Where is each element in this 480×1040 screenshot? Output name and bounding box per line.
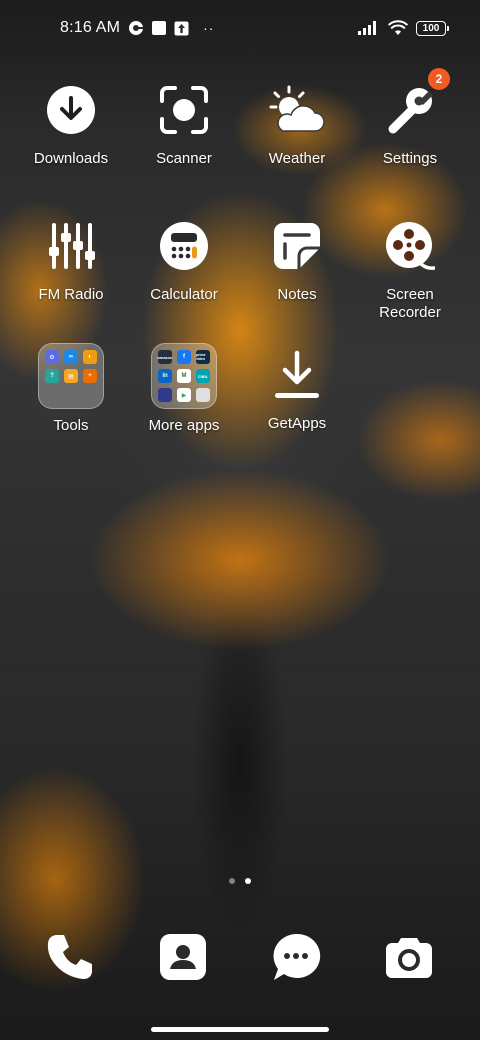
app-notes[interactable]: Notes: [241, 214, 353, 304]
calculator-icon: [152, 214, 216, 278]
scanner-icon: [152, 78, 216, 142]
linkedin-icon: in: [158, 369, 172, 383]
mini-app-icon: ⚙: [45, 350, 59, 364]
dock-camera[interactable]: [384, 932, 434, 982]
app-scanner[interactable]: Scanner: [128, 78, 240, 168]
amazon-icon: amazon: [158, 350, 172, 364]
contacts-icon: [160, 934, 206, 980]
notes-icon: [265, 214, 329, 278]
camera-icon: [386, 938, 432, 978]
folder-icon: amazon f prime video in M CIBIL ▶: [151, 343, 217, 409]
cibil-icon: CIBIL: [196, 369, 210, 383]
battery-icon: 100: [416, 20, 449, 36]
vpn-key-icon: [128, 20, 144, 36]
app-label: Tools: [53, 417, 89, 434]
upload-notification-icon: [174, 21, 189, 36]
app-label: Weather: [268, 150, 326, 167]
download-icon: [39, 78, 103, 142]
download-tray-icon: [265, 343, 329, 407]
mini-app-icon: ▤: [64, 369, 78, 383]
folder-icon: ⚙ ∞ ◐ ? ▤ +: [38, 343, 104, 409]
app-label: Scanner: [156, 150, 212, 167]
app-label: Notes: [277, 286, 317, 303]
app-tools-folder[interactable]: ⚙ ∞ ◐ ? ▤ + Tools: [15, 343, 127, 435]
app-weather[interactable]: Weather: [241, 78, 353, 168]
notification-square-icon: [152, 21, 167, 35]
app-label: Settings: [382, 150, 438, 167]
app-fm-radio[interactable]: FM Radio: [15, 214, 127, 304]
app-label: FM Radio: [38, 286, 104, 303]
app-label: Calculator: [150, 286, 218, 303]
mini-app-icon: [196, 388, 210, 402]
app-more-apps-folder[interactable]: amazon f prime video in M CIBIL ▶ More a…: [128, 343, 240, 435]
page-dot-active[interactable]: [245, 878, 251, 884]
page-dot[interactable]: [229, 878, 235, 884]
more-notifications-icon: ··: [203, 20, 215, 36]
app-downloads[interactable]: Downloads: [15, 78, 127, 168]
phone-icon: [47, 935, 92, 979]
weather-icon: [265, 78, 329, 142]
status-bar: 8:16 AM ·· 100: [0, 0, 480, 56]
prime-video-icon: prime video: [196, 350, 210, 364]
notification-badge: 2: [428, 68, 450, 90]
settings-icon: 2: [378, 68, 450, 142]
app-label: GetApps: [267, 415, 327, 432]
battery-level: 100: [422, 22, 440, 34]
app-label: Screen Recorder: [379, 286, 441, 321]
app-screen-recorder[interactable]: Screen Recorder: [354, 214, 466, 322]
dock-phone[interactable]: [45, 932, 95, 982]
dock-contacts[interactable]: [158, 932, 208, 982]
app-settings[interactable]: 2 Settings: [354, 68, 466, 168]
page-indicator[interactable]: [0, 878, 480, 884]
mini-app-icon: ∞: [64, 350, 78, 364]
money-app-icon: M: [177, 369, 191, 383]
status-time: 8:16 AM: [60, 19, 121, 36]
equalizer-icon: [39, 214, 103, 278]
home-gesture-bar[interactable]: [151, 1027, 329, 1032]
signal-icon: [358, 21, 380, 35]
app-calculator[interactable]: Calculator: [128, 214, 240, 304]
bank-app-icon: [158, 388, 172, 402]
mini-app-icon: +: [83, 369, 97, 383]
facebook-icon: f: [177, 350, 191, 364]
messages-icon: [273, 933, 321, 980]
app-label: Downloads: [33, 150, 109, 167]
dock-messages[interactable]: [271, 932, 321, 982]
app-getapps[interactable]: GetApps: [241, 343, 353, 433]
film-reel-icon: [378, 214, 442, 278]
mini-app-icon: ?: [45, 369, 59, 383]
play-store-icon: ▶: [177, 388, 191, 402]
mini-app-icon: ◐: [83, 350, 97, 364]
app-label: More apps: [148, 417, 220, 434]
wifi-icon: [388, 20, 408, 36]
